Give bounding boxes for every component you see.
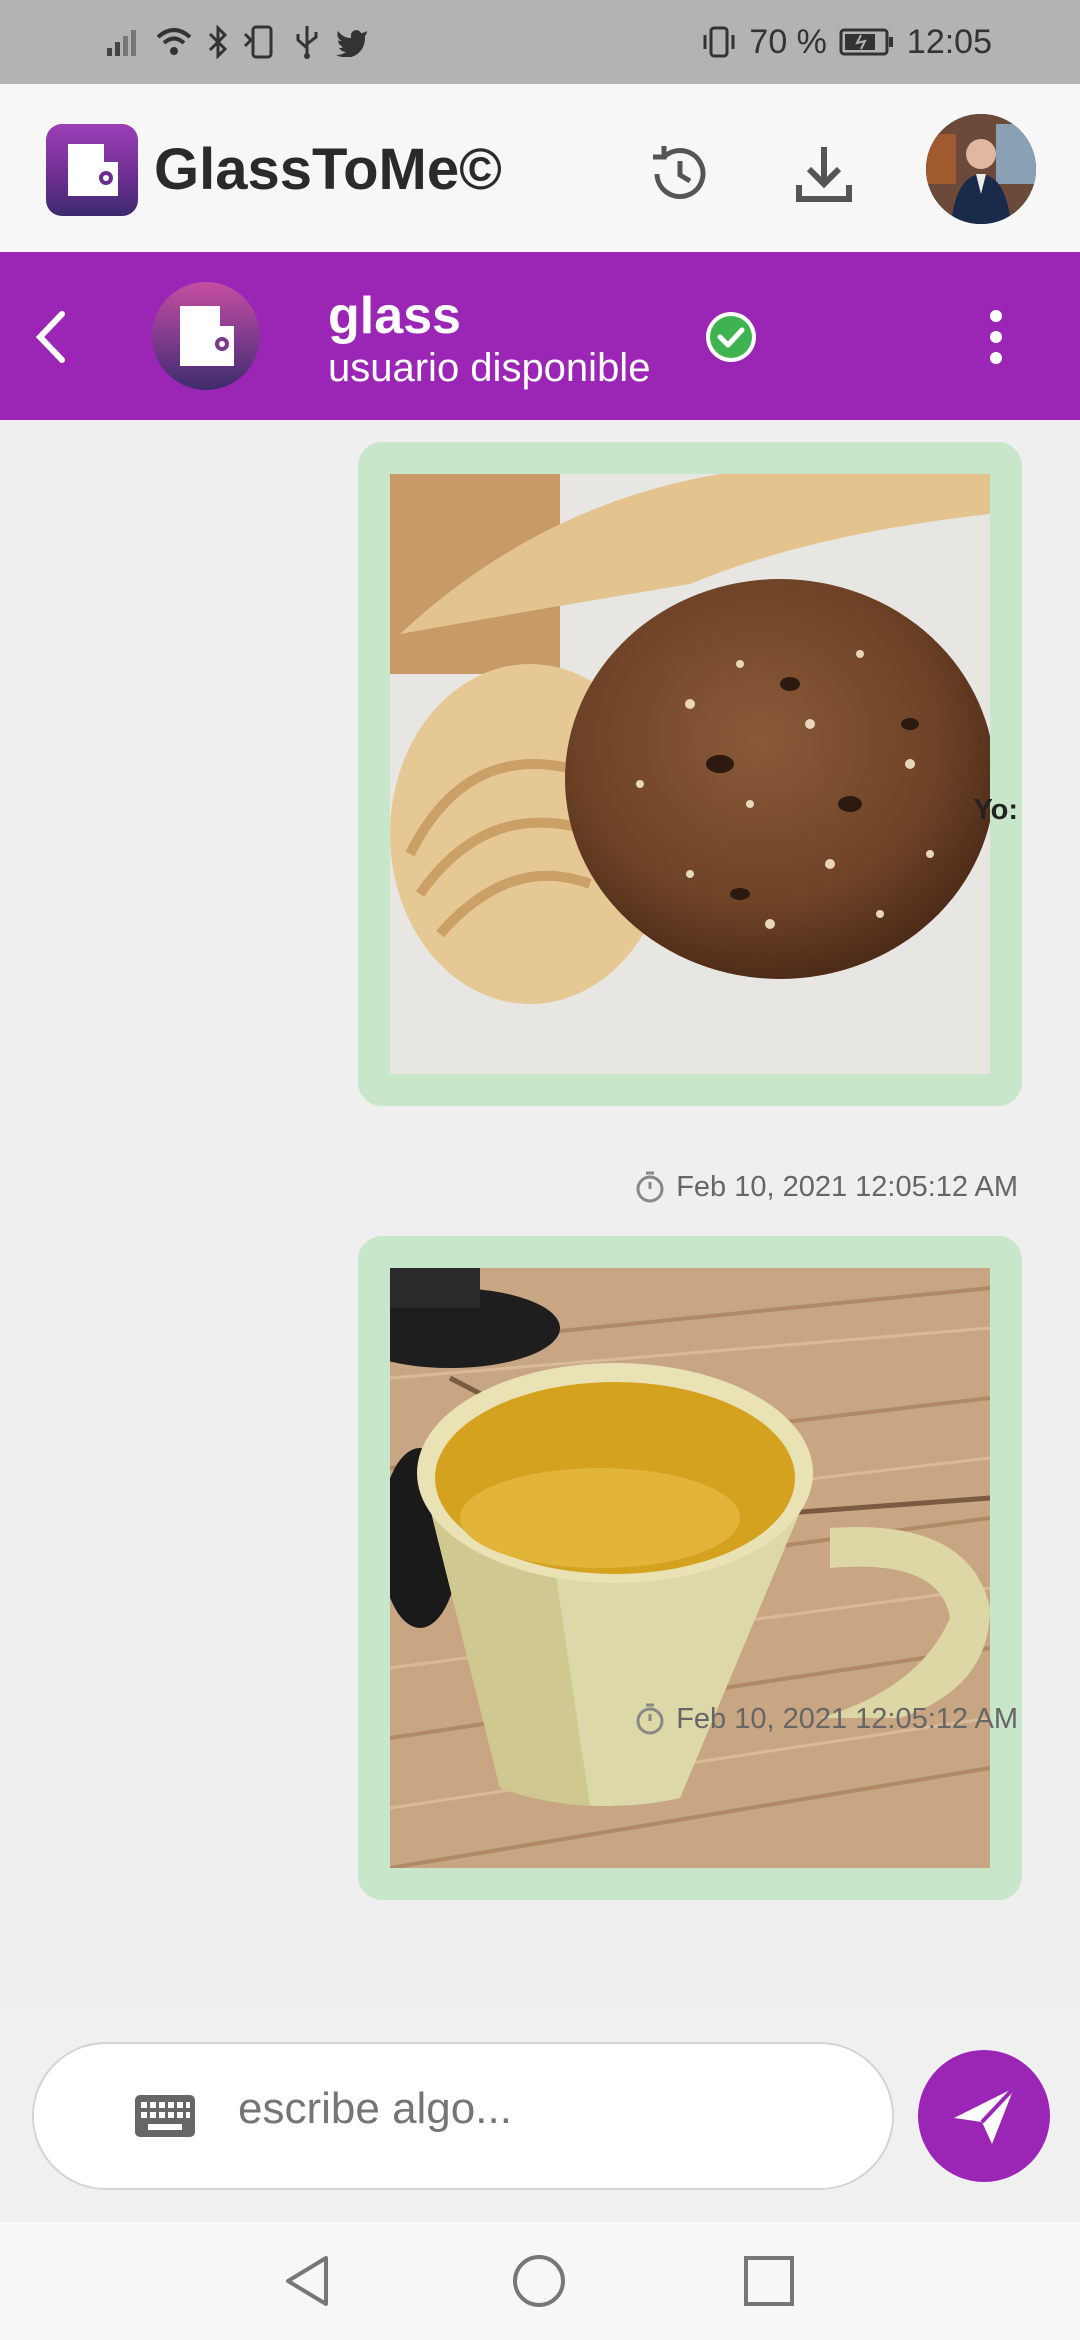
battery-percent: 70 % <box>749 22 827 61</box>
status-bar: 70 % 12:05 <box>0 0 1080 84</box>
history-button[interactable] <box>642 136 718 212</box>
nav-back-icon[interactable] <box>278 2250 340 2312</box>
app-logo-icon <box>180 306 234 366</box>
contact-status: usuario disponible <box>328 346 651 390</box>
signal-icon <box>107 30 136 56</box>
back-button[interactable] <box>20 302 90 372</box>
timestamp-text: Feb 10, 2021 12:05:12 AM <box>676 1170 1018 1203</box>
image-message-bubble[interactable] <box>358 442 1022 1106</box>
nav-recents-icon[interactable] <box>738 2250 800 2312</box>
usb-icon <box>296 26 318 59</box>
message-list[interactable]: Feb 10, 2021 12:05:12 AM Yo: Feb 10, 202… <box>0 420 1080 2010</box>
app-title: GlassToMe© <box>154 137 502 202</box>
history-icon <box>653 146 706 200</box>
bluetooth-icon <box>208 25 228 59</box>
composer <box>0 2010 1080 2222</box>
yellow-mug-photo-icon[interactable] <box>390 1268 990 1868</box>
message-timestamp: Feb 10, 2021 12:05:12 AM <box>634 1170 1018 1204</box>
timer-icon <box>636 1703 664 1735</box>
chevron-left-icon <box>35 311 65 363</box>
keyboard-icon[interactable] <box>134 2094 196 2138</box>
message-input[interactable] <box>238 2084 838 2134</box>
download-icon <box>796 147 852 202</box>
status-icons-left <box>105 18 369 66</box>
download-button[interactable] <box>786 136 862 212</box>
cookies-photo-icon[interactable] <box>390 474 990 1074</box>
send-button[interactable] <box>918 2050 1050 2182</box>
more-vert-icon <box>990 310 1002 364</box>
chat-header: glass usuario disponible <box>0 252 1080 420</box>
app-bar: GlassToMe© <box>0 84 1080 252</box>
sender-label: Yo: <box>973 794 1018 826</box>
more-options-button[interactable] <box>974 302 1034 372</box>
image-message-bubble[interactable] <box>358 1236 1022 1900</box>
status-icons-right: 70 % 12:05 <box>701 18 992 66</box>
twitter-icon <box>336 30 367 57</box>
app-logo-icon <box>46 124 138 216</box>
timer-icon <box>636 1171 664 1203</box>
contact-avatar[interactable] <box>152 282 260 390</box>
online-status-icon <box>704 310 758 364</box>
message-input-container[interactable] <box>32 2042 894 2190</box>
wifi-icon <box>156 28 192 55</box>
nav-home-icon[interactable] <box>508 2250 570 2312</box>
contact-name: glass <box>328 287 461 345</box>
vibrate-icon <box>703 26 735 58</box>
battery-icon <box>839 28 893 56</box>
send-icon <box>954 2086 1016 2144</box>
system-nav-bar <box>0 2222 1080 2340</box>
nfc-icon <box>243 25 273 59</box>
user-photo-icon <box>926 114 1036 224</box>
message-timestamp: Feb 10, 2021 12:05:12 AM <box>634 1702 1018 1736</box>
timestamp-text: Feb 10, 2021 12:05:12 AM <box>676 1702 1018 1735</box>
clock: 12:05 <box>906 22 992 61</box>
profile-avatar[interactable] <box>926 114 1036 224</box>
